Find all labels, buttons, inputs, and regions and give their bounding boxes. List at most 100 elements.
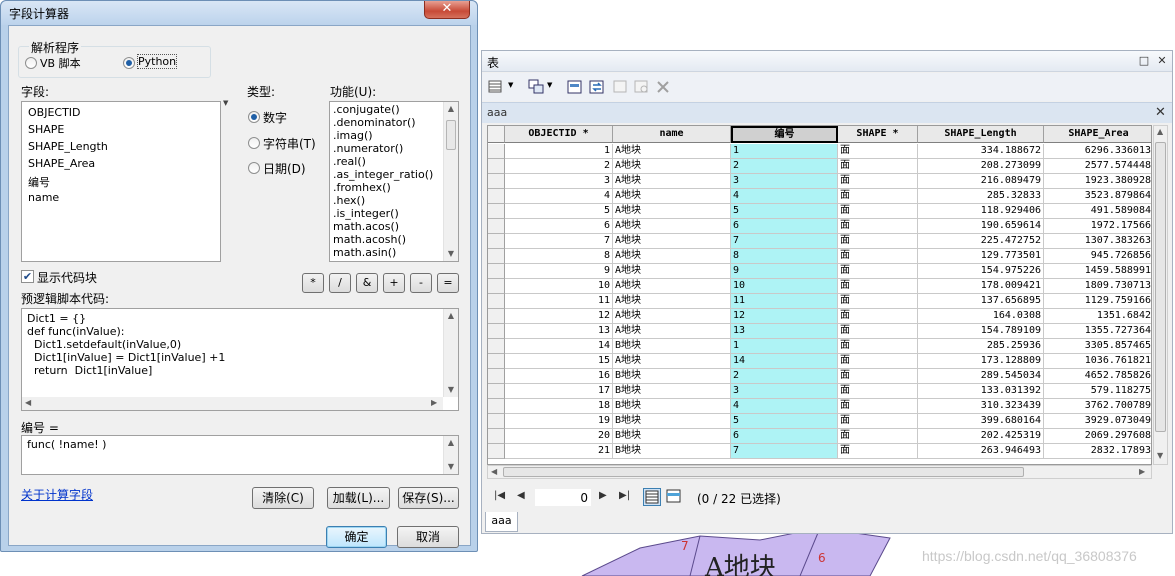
row-selector[interactable] <box>488 399 505 414</box>
function-list-item[interactable]: .denominator() <box>333 116 416 129</box>
scroll-down-icon[interactable]: ▼ <box>444 383 458 397</box>
table-cell[interactable]: A地块 <box>613 279 731 294</box>
column-header[interactable]: SHAPE * <box>838 126 918 143</box>
table-cell[interactable]: 14 <box>731 354 838 369</box>
table-cell[interactable]: 面 <box>838 414 918 429</box>
table-cell[interactable]: 8 <box>731 249 838 264</box>
table-cell[interactable]: 16 <box>505 369 613 384</box>
table-cell[interactable]: 2069.297608 <box>1044 429 1151 444</box>
table-cell[interactable]: A地块 <box>613 174 731 189</box>
load-button[interactable]: 加载(L)... <box>327 487 390 509</box>
table-cell[interactable]: 2 <box>731 159 838 174</box>
ampersand-button[interactable]: & <box>356 273 378 293</box>
row-selector[interactable] <box>488 324 505 339</box>
type-number-label[interactable]: 数字 <box>263 109 287 126</box>
clear-selection-icon[interactable] <box>613 79 629 95</box>
table-cell[interactable]: 7 <box>731 234 838 249</box>
table-cell[interactable]: 216.089479 <box>918 174 1044 189</box>
table-cell[interactable]: 2 <box>731 369 838 384</box>
scroll-down-icon[interactable]: ▼ <box>1157 451 1163 460</box>
table-cell[interactable]: 面 <box>838 189 918 204</box>
table-cell[interactable]: 3305.857465 <box>1044 339 1151 354</box>
table-cell[interactable]: 263.946493 <box>918 444 1044 459</box>
row-selector[interactable] <box>488 294 505 309</box>
table-cell[interactable]: 2832.17893 <box>1044 444 1151 459</box>
table-cell[interactable]: 129.773501 <box>918 249 1044 264</box>
table-cell[interactable]: 面 <box>838 324 918 339</box>
vbscript-radio[interactable] <box>25 57 37 69</box>
row-selector[interactable] <box>488 354 505 369</box>
close-icon[interactable]: ✕ <box>1155 105 1166 120</box>
cancel-button[interactable]: 取消 <box>397 526 459 548</box>
table-cell[interactable]: B地块 <box>613 414 731 429</box>
row-selector[interactable] <box>488 339 505 354</box>
table-cell[interactable]: 12 <box>731 309 838 324</box>
table-cell[interactable]: B地块 <box>613 399 731 414</box>
table-cell[interactable]: 7 <box>505 234 613 249</box>
table-cell[interactable]: 3929.073049 <box>1044 414 1151 429</box>
table-cell[interactable]: 面 <box>838 219 918 234</box>
table-cell[interactable]: 1923.380928 <box>1044 174 1151 189</box>
table-cell[interactable]: 3762.700789 <box>1044 399 1151 414</box>
table-cell[interactable]: 6 <box>731 429 838 444</box>
type-string-radio[interactable] <box>248 137 260 149</box>
table-cell[interactable]: 面 <box>838 249 918 264</box>
next-record-icon[interactable]: ▶ <box>599 490 607 501</box>
table-cell[interactable]: A地块 <box>613 159 731 174</box>
table-cell[interactable]: 137.656895 <box>918 294 1044 309</box>
table-cell[interactable]: 285.32833 <box>918 189 1044 204</box>
table-cell[interactable]: 5 <box>731 204 838 219</box>
table-cell[interactable]: A地块 <box>613 204 731 219</box>
table-cell[interactable]: 10 <box>731 279 838 294</box>
table-cell[interactable]: A地块 <box>613 219 731 234</box>
table-cell[interactable]: 面 <box>838 294 918 309</box>
row-selector[interactable] <box>488 309 505 324</box>
show-all-records-icon[interactable] <box>643 488 661 506</box>
scroll-up-icon[interactable]: ▲ <box>444 436 458 450</box>
table-cell[interactable]: 21 <box>505 444 613 459</box>
table-cell[interactable]: 399.680164 <box>918 414 1044 429</box>
table-cell[interactable]: 1 <box>731 339 838 354</box>
about-calculate-field-link[interactable]: 关于计算字段 <box>21 486 93 503</box>
table-cell[interactable]: 4 <box>505 189 613 204</box>
function-list-item[interactable]: .numerator() <box>333 142 403 155</box>
table-cell[interactable]: 17 <box>505 384 613 399</box>
row-selector[interactable] <box>488 279 505 294</box>
function-list-item[interactable]: .real() <box>333 155 366 168</box>
row-selector[interactable] <box>488 369 505 384</box>
functions-scrollbar[interactable]: ▲ ▼ <box>443 102 458 261</box>
table-cell[interactable]: 1129.759166 <box>1044 294 1151 309</box>
type-string-label[interactable]: 字符串(T) <box>263 135 316 152</box>
function-list-item[interactable]: .imag() <box>333 129 373 142</box>
table-cell[interactable]: 面 <box>838 339 918 354</box>
scroll-thumb[interactable] <box>446 120 456 150</box>
table-cell[interactable]: A地块 <box>613 294 731 309</box>
table-cell[interactable]: B地块 <box>613 444 731 459</box>
table-cell[interactable]: 20 <box>505 429 613 444</box>
field-list-item[interactable]: SHAPE_Area <box>28 157 95 170</box>
function-list-item[interactable]: .fromhex() <box>333 181 391 194</box>
zoom-to-selected-icon[interactable] <box>634 79 650 95</box>
table-cell[interactable]: 4 <box>731 399 838 414</box>
table-cell[interactable]: 12 <box>505 309 613 324</box>
table-cell[interactable]: 3 <box>731 384 838 399</box>
field-list-item[interactable]: OBJECTID <box>28 106 81 119</box>
table-cell[interactable]: 579.118275 <box>1044 384 1151 399</box>
table-cell[interactable]: 面 <box>838 279 918 294</box>
table-cell[interactable]: 18 <box>505 399 613 414</box>
row-selector[interactable] <box>488 414 505 429</box>
table-cell[interactable]: 13 <box>505 324 613 339</box>
table-cell[interactable]: 面 <box>838 144 918 159</box>
table-cell[interactable]: A地块 <box>613 354 731 369</box>
table-cell[interactable]: 面 <box>838 309 918 324</box>
table-cell[interactable]: 133.031392 <box>918 384 1044 399</box>
table-cell[interactable]: 6 <box>731 219 838 234</box>
plus-button[interactable]: + <box>383 273 405 293</box>
table-cell[interactable]: 11 <box>731 294 838 309</box>
table-cell[interactable]: 3523.879864 <box>1044 189 1151 204</box>
table-cell[interactable]: 225.472752 <box>918 234 1044 249</box>
vbscript-label[interactable]: VB 脚本 <box>40 55 81 71</box>
related-tables-icon[interactable] <box>528 79 544 95</box>
table-cell[interactable]: 289.545034 <box>918 369 1044 384</box>
table-cell[interactable]: 15 <box>505 354 613 369</box>
